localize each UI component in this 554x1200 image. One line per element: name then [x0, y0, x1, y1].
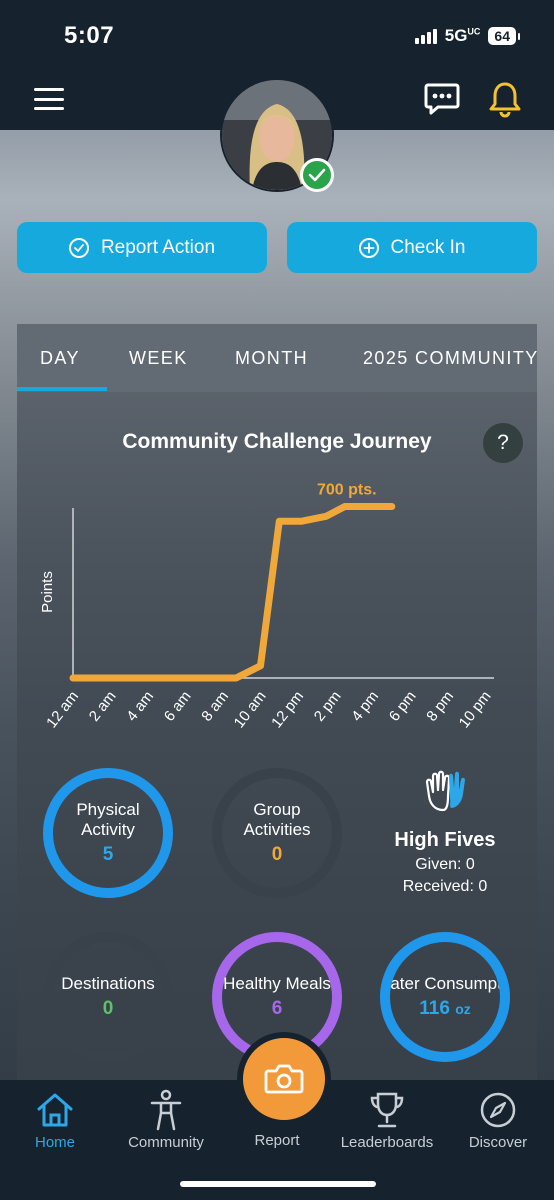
- status-bar: 5:07 5GUC 64: [0, 0, 554, 70]
- nav-discover-label: Discover: [468, 1134, 528, 1151]
- report-camera-button[interactable]: [237, 1032, 331, 1126]
- high-fives-title: High Fives: [394, 829, 496, 851]
- compass-icon: [443, 1086, 553, 1134]
- healthy-meals-value: 6: [271, 998, 283, 1019]
- tab-week[interactable]: WEEK: [129, 348, 188, 369]
- x-tick-label: 6 pm: [386, 688, 420, 725]
- tab-month[interactable]: MONTH: [235, 348, 308, 369]
- check-in-label: Check In: [390, 236, 466, 258]
- nav-home-label: Home: [34, 1134, 75, 1151]
- destinations-label: Destinations: [61, 974, 155, 993]
- nav-community-label: Community: [128, 1134, 204, 1151]
- x-tick-label: 12 pm: [268, 688, 307, 731]
- nav-home[interactable]: Home: [0, 1086, 110, 1151]
- home-indicator: [180, 1181, 376, 1187]
- nav-leaderboards-label: Leaderboards: [340, 1134, 434, 1151]
- water-consumption-value: 116 oz: [419, 998, 471, 1019]
- water-consumption-label: Water Consumptio: [380, 974, 510, 993]
- help-button[interactable]: ?: [483, 423, 523, 463]
- bell-icon[interactable]: [487, 80, 523, 123]
- x-tick-label: 2 am: [86, 688, 120, 725]
- high-fives-panel[interactable]: High Fives Given: 0 Received: 0: [372, 768, 518, 896]
- x-tick-label: 10 pm: [456, 688, 495, 731]
- high-fives-given: Given: 0: [415, 856, 475, 873]
- destinations-value: 0: [102, 998, 114, 1019]
- battery-icon: 64: [488, 27, 520, 45]
- nav-community[interactable]: Community: [111, 1086, 221, 1151]
- active-tab-indicator: [17, 387, 107, 391]
- nav-discover[interactable]: Discover: [443, 1086, 553, 1151]
- chart-title: Community Challenge Journey: [122, 430, 432, 453]
- physical-activity-ring[interactable]: Physical Activity 5: [43, 768, 173, 898]
- group-activities-ring[interactable]: Group Activities 0: [212, 768, 342, 898]
- period-tabs: DAY WEEK MONTH 2025 COMMUNITY: [17, 324, 537, 392]
- check-in-button[interactable]: Check In: [287, 222, 537, 273]
- report-action-label: Report Action: [100, 236, 216, 258]
- verified-check-icon: [300, 158, 334, 192]
- physical-activity-label: Physical Activity: [76, 800, 140, 839]
- report-action-button[interactable]: Report Action: [17, 222, 267, 273]
- x-tick-label: 8 pm: [423, 688, 457, 725]
- group-activities-label: Group Activities: [243, 800, 311, 839]
- person-icon: [111, 1086, 221, 1134]
- healthy-meals-label: Healthy Meals: [223, 974, 331, 993]
- status-time: 5:07: [64, 22, 115, 49]
- x-tick-label: 12 am: [43, 688, 82, 731]
- network-type: 5GUC: [444, 26, 481, 45]
- home-icon: [0, 1086, 110, 1134]
- data-label: 700 pts.: [317, 482, 377, 499]
- signal-icon: [414, 28, 437, 44]
- high-five-icon: [372, 768, 518, 819]
- group-activities-value: 0: [271, 844, 283, 865]
- x-tick-label: 2 pm: [311, 688, 345, 725]
- check-circle-icon: [68, 237, 89, 258]
- series-line: [69, 503, 396, 682]
- x-tick-label: 8 am: [198, 688, 232, 725]
- x-tick-label: 4 am: [123, 688, 157, 725]
- destinations-ring[interactable]: Destinations 0: [43, 932, 173, 1062]
- physical-activity-value: 5: [102, 844, 114, 865]
- high-fives-received: Received: 0: [402, 878, 488, 895]
- x-tick-label: 4 pm: [348, 688, 382, 725]
- x-tick-label: 10 am: [231, 688, 270, 731]
- journey-chart: Points 12 am 2 am 4 am 6 am 8 am10 am12 pm 2 p…: [39, 482, 495, 732]
- profile-avatar[interactable]: [220, 78, 334, 192]
- tab-community[interactable]: 2025 COMMUNITY: [363, 348, 537, 369]
- water-consumption-ring[interactable]: Water Consumptio 116 oz: [380, 932, 510, 1062]
- nav-report-label[interactable]: Report: [222, 1132, 332, 1149]
- tab-day[interactable]: DAY: [40, 348, 80, 369]
- hamburger-icon[interactable]: [34, 88, 64, 110]
- x-tick-label: 6 am: [161, 688, 195, 725]
- nav-leaderboards[interactable]: Leaderboards: [332, 1086, 442, 1151]
- status-indicators: 5GUC 64: [414, 26, 520, 46]
- camera-icon: [264, 1064, 304, 1094]
- plus-circle-icon: [358, 237, 379, 258]
- trophy-icon: [332, 1086, 442, 1134]
- y-axis-label: Points: [39, 571, 56, 613]
- chat-bubble-icon[interactable]: [424, 82, 460, 121]
